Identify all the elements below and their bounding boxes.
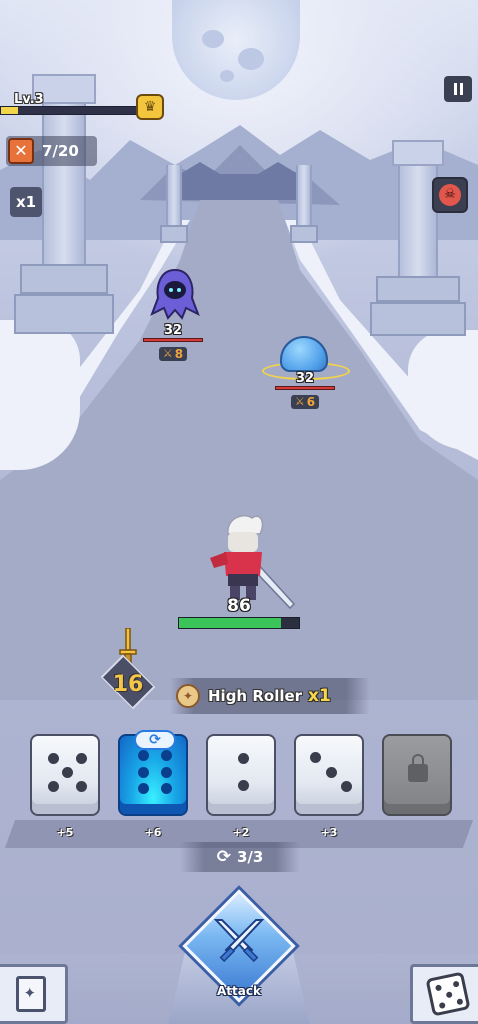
pause-button[interactable] [444,76,472,102]
hero-hp-bar [178,617,300,629]
bottom-bar: Attack [0,884,478,1024]
attack-power-value: 16 [112,672,144,697]
enemy-hp-bar [275,386,335,390]
enemy-attack-value: 8 [174,346,184,361]
xp-bar [0,106,142,115]
enemy-hp-value: 32 [163,323,183,338]
trophy-icon[interactable]: ♛ [136,94,164,120]
level-label: Lv.3 [14,92,44,107]
enemy-slime-stats: 32 ⚔ 6 [270,371,340,409]
die-5-locked[interactable] [382,734,452,816]
skull-icon: ☠ [439,184,461,206]
lock-icon [408,754,428,782]
enemy-wraith-stats: 32 ⚔ 8 [138,323,208,361]
reroll-icon: ⟳ [134,730,176,750]
enemy-hp-bar [143,338,203,342]
book-icon [15,976,46,1012]
hero-hp: 86 [178,596,300,629]
hero-hp-value: 86 [227,596,251,616]
sword-icon: ⚔ [162,347,173,360]
die-pip [75,753,87,765]
die-1-bonus: +5 [56,826,74,839]
combo-banner: ✦ High Roller x1 [170,678,370,714]
die-4[interactable] [294,734,364,816]
enemy-hp-value: 32 [295,371,315,386]
dice-menu-button[interactable] [410,964,478,1024]
die-2-bonus: +6 [144,826,162,839]
die-pip [137,766,149,778]
die-3[interactable] [206,734,276,816]
enemy-attack-badge: ⚔ 8 [158,346,188,361]
wave-counter: ✕ 7/20 [6,136,97,166]
die-pip [161,750,173,762]
die-pip [237,753,249,765]
stone-pillar-right [370,140,466,336]
die-pip [47,753,59,765]
die-pip [325,766,337,778]
attack-label: Attack [217,984,261,998]
die-pip [310,751,322,763]
die-pip [237,779,249,791]
combo-name: High Roller [208,687,303,705]
stone-pillar-far-left [160,165,188,243]
wraith-enemy[interactable] [150,268,200,320]
die-1[interactable] [30,734,100,816]
die-pip [75,781,87,793]
attack-button[interactable]: Attack [168,889,310,1024]
dice-row: +5 ⟳ +6 +2 +3 [26,730,456,844]
die-pip [340,781,352,793]
xp-bar-fill [1,107,18,114]
die-pip [137,750,149,762]
reroll-count-text: 3/3 [236,848,264,866]
refresh-icon: ⟳ [216,847,231,867]
wave-counter-text: 7/20 [42,142,79,160]
hero-hp-fill [179,618,281,628]
speed-toggle-button[interactable]: x1 [10,187,42,217]
dice-icon [424,971,471,1017]
die-pip [47,781,59,793]
die-4-bonus: +3 [320,826,338,839]
boss-button[interactable]: ☠ [432,177,468,213]
reroll-counter: ⟳ 3/3 [180,842,300,872]
die-pip [161,766,173,778]
crossed-swords-icon: ✕ [8,138,34,164]
die-pip [161,782,173,794]
die-pip [61,766,73,778]
crossed-swords-attack-icon [213,919,265,963]
die-3-bonus: +2 [232,826,250,839]
enemy-attack-badge: ⚔ 6 [290,394,320,409]
sword-icon: ⚔ [294,395,305,408]
scroll-icon: ✦ [176,684,200,708]
die-pip [137,782,149,794]
codex-button[interactable] [0,964,68,1024]
die-2[interactable]: ⟳ [118,730,188,816]
enemy-attack-value: 6 [306,394,316,409]
stone-pillar-far-right [290,165,318,243]
pause-icon [453,83,457,95]
combo-multiplier: x1 [308,686,331,706]
